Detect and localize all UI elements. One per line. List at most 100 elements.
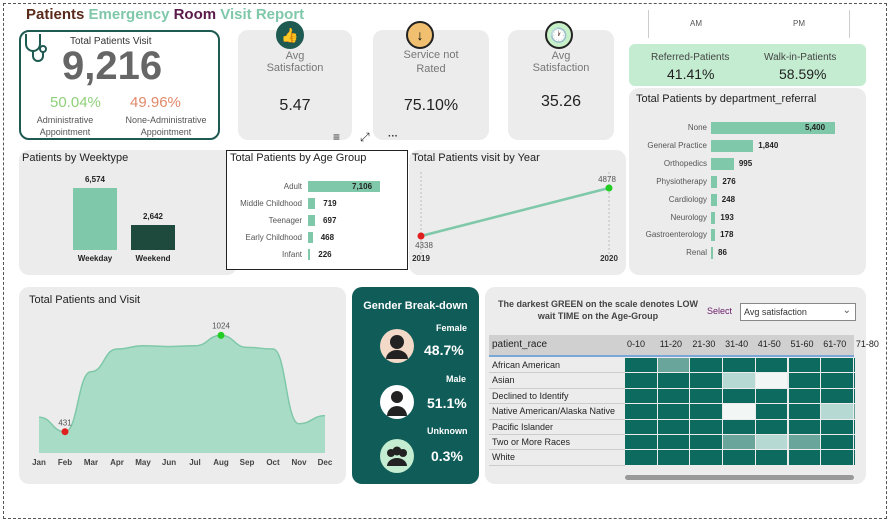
heatmap-column-label: 51-60 [790, 339, 814, 349]
age-bar [308, 198, 316, 209]
heatmap-cell [723, 388, 755, 404]
heatmap-row-label: Declined to Identify [492, 390, 569, 401]
age-bar [308, 232, 313, 243]
heatmap-cell [625, 450, 657, 465]
referral-card [629, 44, 866, 86]
weektype-bar [73, 188, 117, 250]
heatmap-cell [625, 435, 657, 450]
heatmap-cell [625, 388, 657, 404]
monthly-max-label: 1024 [212, 321, 230, 330]
heatmap-cell [690, 358, 723, 373]
arrow-down-icon: ↓ [406, 21, 434, 49]
heatmap-cell [690, 373, 723, 388]
monthly-axis-label: Nov [291, 458, 307, 467]
heatmap-cell [690, 435, 723, 450]
nonadmin-pct: 49.96% [130, 94, 181, 111]
monthly-axis-label: Sep [240, 458, 255, 467]
dept-bar-value: 995 [738, 158, 753, 168]
walkin-value: 58.59% [779, 66, 827, 82]
heatmap-row-label: African American [492, 360, 561, 370]
heatmap-row-divider [489, 387, 625, 389]
heatmap-cell [788, 450, 821, 465]
monthly-axis-label: Aug [213, 458, 229, 467]
age-bar-value: 719 [323, 199, 337, 208]
male-value: 51.1% [427, 395, 467, 411]
referred-value: 41.41% [667, 66, 715, 82]
heatmap-cell [657, 388, 690, 404]
heatmap-column-label: 21-30 [692, 339, 716, 349]
female-value: 48.7% [424, 342, 464, 358]
report-title: Patients Emergency Room Visit Report [26, 6, 305, 23]
heatmap-cell [657, 373, 690, 388]
heatmap-cell [723, 404, 755, 419]
heatmap-column-label: 41-50 [757, 339, 781, 349]
dept-bar [711, 157, 734, 170]
am-button[interactable]: AM [690, 19, 702, 28]
heatmap-cell [788, 373, 821, 388]
expand-icon[interactable]: ⤢ [360, 130, 370, 145]
heatmap-cell [788, 388, 821, 404]
heatmap-cell [625, 373, 657, 388]
heatmap-row-divider [489, 418, 625, 420]
dept-bar-label: None [687, 123, 707, 132]
monthly-axis-label: Jul [189, 458, 201, 467]
measure-dropdown-value: Avg satisfaction [744, 307, 807, 317]
kpi-value-1: 5.47 [279, 97, 311, 114]
female-avatar-icon [380, 329, 414, 363]
heatmap-cell [690, 419, 723, 434]
heatmap-cell [723, 358, 755, 373]
year-chart: 4338 4878 2019 2020 [412, 172, 618, 263]
heatmap-cell [657, 404, 690, 419]
dept-bar-value: 276 [722, 176, 736, 186]
weektype-bar-value: 2,642 [142, 212, 164, 222]
department-chart-title: Total Patients by department_referral [636, 93, 817, 105]
year-point [605, 184, 613, 192]
heatmap-cell [755, 373, 788, 388]
age-bar-label: Adult [283, 182, 302, 191]
kpi-label-1: Avg Satisfaction [266, 50, 324, 74]
monthly-axis-label: Dec [318, 458, 333, 467]
age-bar [308, 249, 311, 260]
heatmap-cell [657, 435, 690, 450]
measure-dropdown[interactable]: Avg satisfaction ⌄ [740, 303, 856, 321]
age-bar-label: Teenager [268, 216, 302, 225]
heatmap-scrollbar[interactable] [625, 475, 854, 480]
gender-title: Gender Break-down [363, 300, 468, 312]
heatmap-row-divider [489, 464, 625, 466]
heatmap-cell [657, 419, 690, 434]
clock-icon: 🕐 [545, 21, 573, 49]
heatmap-row-divider [489, 449, 625, 451]
heatmap-cell [625, 419, 657, 434]
heatmap-cell [755, 388, 788, 404]
unknown-value: 0.3% [431, 448, 463, 464]
dept-bar-value: 86 [718, 248, 727, 258]
kpi-value-3: 35.26 [540, 93, 582, 110]
more-options-icon[interactable]: ··· [388, 131, 398, 142]
filter-icon[interactable]: ≡ [333, 130, 340, 144]
male-avatar-icon [380, 385, 414, 419]
monthly-chart: 431 1024 Jan Feb Mar Apr May Jun Jul Aug Sep Oct Nov… [32, 321, 333, 467]
heatmap-cell [723, 450, 755, 465]
weektype-bar-label: Weekday [77, 254, 113, 263]
heatmap-title: The darkest GREEN on the scale denotes L… [497, 299, 699, 321]
male-label: Male [446, 374, 467, 384]
weektype-bar-label: Weekend [135, 254, 171, 263]
age-bar-label: Infant [281, 250, 302, 259]
monthly-axis-label: May [135, 458, 151, 467]
age-bar-label: Middle Childhood [240, 199, 302, 208]
weektype-bar [131, 225, 175, 250]
am-pm-slicer [648, 10, 850, 38]
heatmap-column-label: 71-80 [855, 339, 879, 349]
monthly-axis-label: Apr [110, 458, 124, 467]
monthly-min-point [61, 428, 69, 436]
pm-button[interactable]: PM [793, 19, 805, 28]
dept-bar-value: 193 [720, 212, 734, 222]
dept-bar [711, 139, 754, 152]
year-point [417, 232, 425, 240]
unknown-avatar-icon [380, 439, 414, 473]
year-series-line [420, 186, 610, 238]
year-value-label: 4338 [415, 241, 433, 250]
heatmap-cell [821, 373, 853, 388]
year-axis-label: 2020 [600, 254, 618, 263]
heatmap-cell [690, 404, 723, 419]
